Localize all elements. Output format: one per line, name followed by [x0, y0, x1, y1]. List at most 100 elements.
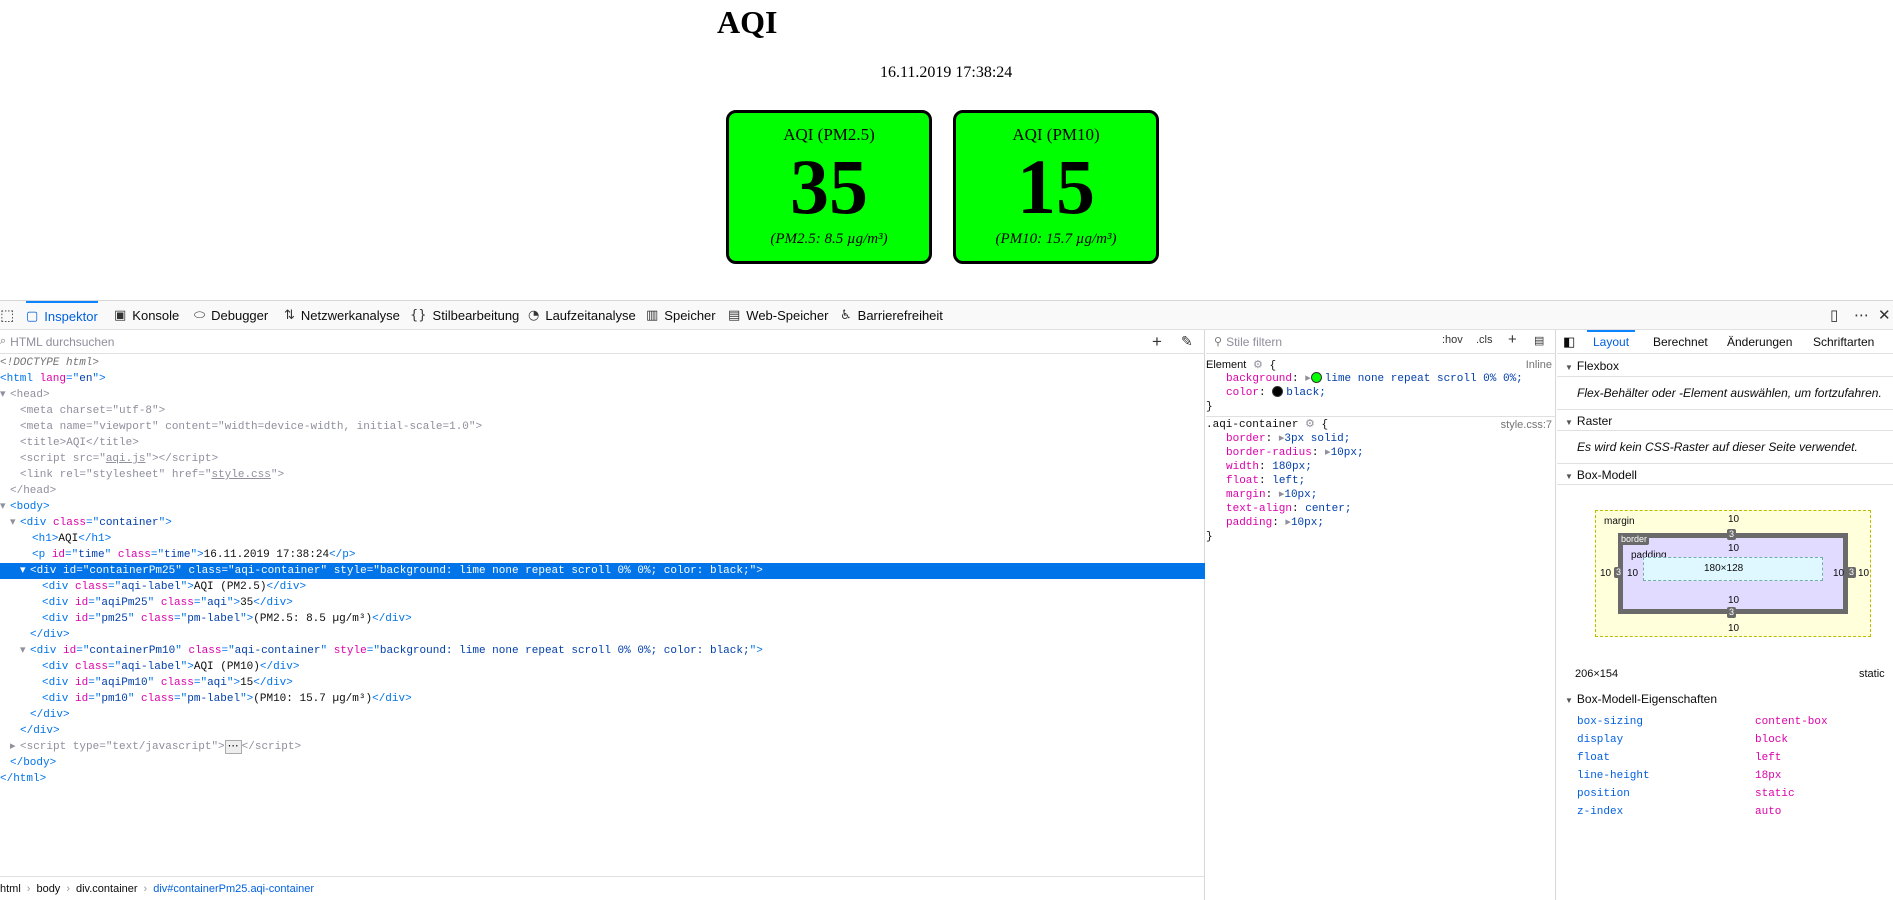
console-icon: ▣ [114, 308, 127, 323]
network-icon: ⇅ [284, 308, 295, 323]
tab-changes[interactable]: Änderungen [1727, 330, 1792, 354]
margin-right-value[interactable]: 10 [1858, 568, 1869, 579]
tree-node[interactable]: ▾ <body> [0, 499, 1205, 515]
tree-node[interactable]: <div id="aqiPm25" class="aqi">35</div> [0, 595, 1205, 611]
margin-bottom-value[interactable]: 10 [1728, 623, 1739, 634]
box-model-border: border padding 10 10 10 10 3 3 3 3 180×1… [1614, 529, 1857, 618]
element-picker-icon[interactable]: ⬚ [0, 306, 14, 324]
tree-node[interactable]: <link rel="stylesheet" href="style.css"> [0, 467, 1205, 483]
close-icon[interactable]: ✕ [1878, 306, 1891, 324]
box-prop-row: z-index auto [1577, 806, 1782, 818]
border-bottom-value[interactable]: 3 [1727, 607, 1737, 618]
tab-computed[interactable]: Berechnet [1653, 330, 1708, 354]
tree-node[interactable]: <div id="pm10" class="pm-label">(PM10: 1… [0, 691, 1205, 707]
tree-node[interactable]: <h1>AQI</h1> [0, 531, 1205, 547]
tree-node[interactable]: <script src="aqi.js"></script> [0, 451, 1205, 467]
tree-node[interactable]: ▾ <head> [0, 387, 1205, 403]
aqi-container-rule: .aqi-container ⚙ {style.css:7 border: ▸3… [1206, 418, 1552, 543]
tab-fonts[interactable]: Schriftarten [1813, 330, 1874, 354]
tree-node[interactable]: <!DOCTYPE html> [0, 355, 1205, 371]
content-size[interactable]: 180×128 [1704, 563, 1743, 574]
box-prop-row: float left [1577, 752, 1782, 764]
border-left-value[interactable]: 3 [1614, 567, 1624, 578]
filter-input[interactable]: Stile filtern [1226, 335, 1282, 349]
tree-node[interactable]: <p id="time" class="time">16.11.2019 17:… [0, 547, 1205, 563]
inspector-icon: ▢ [26, 309, 39, 324]
devtools: ⬚ ▢ Inspektor ▣ Konsole ⬭ Debugger ⇅ Netzwer… [0, 300, 1893, 900]
tab-inspector[interactable]: ▢ Inspektor [26, 301, 98, 330]
box-prop-row: line-height 18px [1577, 770, 1782, 782]
tab-style-editor[interactable]: {} Stilbearbeitung [410, 301, 519, 330]
tree-node[interactable]: <title>AQI</title> [0, 435, 1205, 451]
pm-label: (PM2.5: 8.5 µg/m³) [770, 231, 888, 247]
border-right-value[interactable]: 3 [1847, 567, 1857, 578]
tree-node[interactable]: ▾ <div id="containerPm10" class="aqi-cont… [0, 643, 1205, 659]
tree-node[interactable]: </div> [0, 707, 1205, 723]
toggle-sidebar-icon[interactable]: ◧ [1563, 330, 1575, 354]
memory-icon: ▥ [646, 308, 659, 323]
breadcrumb-item-current[interactable]: div#containerPm25.aqi-container [153, 883, 314, 895]
color-swatch[interactable] [1310, 372, 1322, 383]
tree-node[interactable]: <div id="aqiPm10" class="aqi">15</div> [0, 675, 1205, 691]
tree-node[interactable]: </div> [0, 723, 1205, 739]
tree-node[interactable]: <html lang="en"> [0, 371, 1205, 387]
node-icon: ⚙ [1252, 360, 1263, 372]
page-heading: AQI [717, 4, 778, 40]
margin-label: margin [1604, 516, 1635, 527]
padding-bottom-value[interactable]: 10 [1728, 595, 1739, 606]
tab-network[interactable]: ⇅ Netzwerkanalyse [284, 301, 400, 330]
flexbox-message: Flex-Behälter oder -Element auswählen, u… [1577, 386, 1882, 400]
tree-node[interactable]: <div class="aqi-label">AQI (PM2.5)</div> [0, 579, 1205, 595]
tree-node[interactable]: </html> [0, 771, 1205, 787]
markup-search[interactable]: ⌕ HTML durchsuchen [0, 330, 1205, 354]
padding-left-value[interactable]: 10 [1627, 568, 1638, 579]
tree-node[interactable]: <meta name="viewport" content="width=dev… [0, 419, 1205, 435]
search-input[interactable]: HTML durchsuchen [10, 335, 114, 349]
color-swatch[interactable] [1272, 386, 1284, 397]
cls-toggle[interactable]: .cls [1476, 334, 1493, 346]
breadcrumb-item[interactable]: div.container [76, 883, 138, 895]
page-preview: AQI 16.11.2019 17:38:24 AQI (PM2.5) 35 (… [0, 0, 1893, 300]
tree-node[interactable]: </head> [0, 483, 1205, 499]
margin-top-value[interactable]: 10 [1728, 514, 1739, 525]
style-editor-icon: {} [410, 308, 427, 323]
tree-node[interactable]: ▾ <div class="container"> [0, 515, 1205, 531]
tab-layout[interactable]: Layout [1587, 330, 1636, 354]
padding-right-value[interactable]: 10 [1833, 568, 1844, 579]
breadcrumb-item[interactable]: html [0, 883, 21, 895]
boxmodel-props-header[interactable]: ▼ Box-Modell-Eigenschaften [1557, 688, 1893, 710]
margin-left-value[interactable]: 10 [1600, 568, 1611, 579]
eyedropper-icon[interactable]: ✎ [1181, 333, 1193, 350]
boxmodel-section-header[interactable]: ▼ Box-Modell [1557, 463, 1893, 485]
add-rule-icon[interactable]: + [1508, 331, 1517, 348]
rules-filter[interactable]: ⚲ Stile filtern :hov .cls + ▤ [1206, 330, 1556, 354]
print-media-icon[interactable]: ▤ [1534, 334, 1544, 347]
add-node-icon[interactable]: + [1152, 332, 1162, 352]
padding-top-value[interactable]: 10 [1728, 543, 1739, 554]
responsive-design-icon[interactable]: ▯ [1830, 306, 1838, 324]
tab-accessibility[interactable]: ♿ Barrierefreiheit [840, 301, 943, 330]
tree-node[interactable]: </body> [0, 755, 1205, 771]
tab-console[interactable]: ▣ Konsole [114, 301, 179, 330]
tree-node-selected[interactable]: ▾ <div id="containerPm25" class="aqi-cont… [0, 563, 1205, 579]
more-options-icon[interactable]: ⋯ [1854, 306, 1869, 324]
tab-memory[interactable]: ▥ Speicher [646, 301, 716, 330]
rule-source[interactable]: Inline [1526, 358, 1552, 372]
collapsed-content-icon[interactable]: ⋯ [224, 740, 242, 754]
tree-node[interactable]: <meta charset="utf-8"> [0, 403, 1205, 419]
tree-node[interactable]: <div class="aqi-label">AQI (PM10)</div> [0, 659, 1205, 675]
tree-node[interactable]: <div id="pm25" class="pm-label">(PM2.5: … [0, 611, 1205, 627]
tree-node[interactable]: </div> [0, 627, 1205, 643]
flexbox-section-header[interactable]: ▼ Flexbox [1557, 355, 1893, 377]
tree-node[interactable]: ▸ <script type="text/javascript"> ⋯ </scrip… [0, 739, 1205, 755]
rule-source[interactable]: style.css:7 [1501, 418, 1552, 432]
border-top-value[interactable]: 3 [1727, 529, 1737, 540]
tab-performance[interactable]: ◔ Laufzeitanalyse [528, 301, 636, 330]
breadcrumb-item[interactable]: body [36, 883, 60, 895]
aqi-value: 35 [790, 143, 868, 230]
tab-storage[interactable]: ▤ Web-Speicher [728, 301, 828, 330]
tab-debugger[interactable]: ⬭ Debugger [194, 301, 268, 330]
grid-section-header[interactable]: ▼ Raster [1557, 409, 1893, 431]
box-model-content: 180×128 [1643, 557, 1823, 581]
hov-toggle[interactable]: :hov [1442, 334, 1463, 346]
